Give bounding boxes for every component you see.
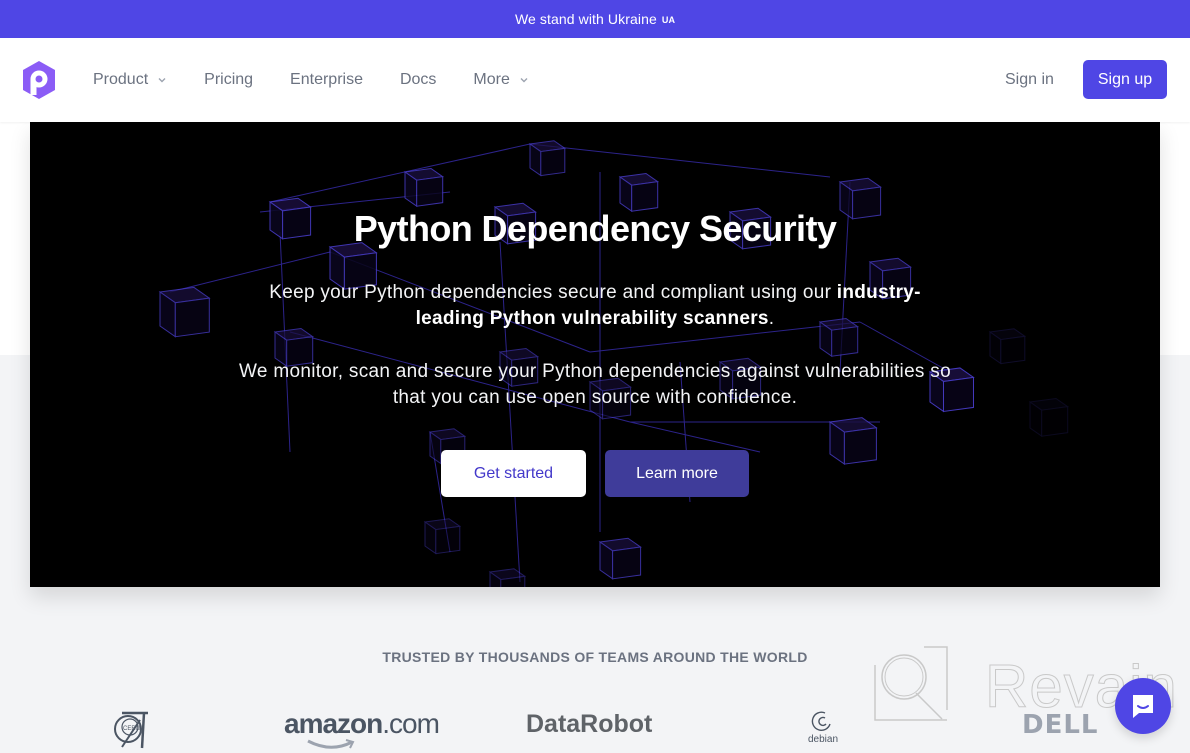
nav-product[interactable]: Product [93, 71, 167, 89]
trusted-by-heading: TRUSTED BY THOUSANDS OF TEAMS AROUND THE… [382, 649, 808, 665]
amazon-logo-suffix: .com [382, 708, 440, 739]
chevron-down-icon [520, 78, 528, 83]
banner-text: We stand with Ukraine [514, 11, 657, 27]
nav-more-label: More [473, 71, 510, 88]
ukraine-banner: We stand with Ukraine UA [0, 0, 1190, 38]
nav-pricing-label: Pricing [204, 71, 254, 88]
main-nav: Product Pricing Enterprise Docs More Sig… [0, 38, 1190, 122]
hero-section: Python Dependency Security Keep your Pyt… [30, 122, 1160, 587]
pyup-logo[interactable] [21, 60, 57, 100]
amazon-smile-icon [307, 739, 355, 749]
datarobot-logo: DataRobot [526, 710, 653, 738]
nav-product-label: Product [93, 71, 149, 88]
learn-more-button[interactable]: Learn more [605, 450, 749, 497]
debian-logo: debian [808, 710, 838, 745]
sign-in-link[interactable]: Sign in [1005, 71, 1054, 89]
hero-description-1: Keep your Python dependencies secure and… [245, 280, 945, 332]
nav-enterprise[interactable]: Enterprise [290, 71, 363, 89]
chevron-down-icon [158, 78, 166, 83]
nav-enterprise-label: Enterprise [290, 71, 363, 88]
customer-logos: CERN amazon .com DataRobot debian DELL [0, 700, 1190, 753]
cern-logo-icon: CERN [114, 711, 148, 749]
svg-text:CERN: CERN [123, 726, 140, 732]
hero-description-2: We monitor, scan and secure your Python … [239, 361, 951, 408]
hero-description-1-text: Keep your Python dependencies secure and… [269, 282, 837, 303]
cern-logo: CERN [110, 710, 152, 750]
hero-content: Python Dependency Security Keep your Pyt… [30, 122, 1160, 587]
nav-pricing[interactable]: Pricing [204, 71, 253, 89]
amazon-logo: amazon .com [284, 708, 440, 749]
hexagon-logo-icon [23, 61, 55, 99]
debian-swirl-icon [811, 711, 831, 731]
nav-links: Product Pricing Enterprise Docs More [93, 38, 566, 122]
dell-logo: DELL [1022, 710, 1099, 740]
sign-up-button[interactable]: Sign up [1083, 60, 1167, 99]
hero-description-1-end: . [768, 308, 775, 329]
nav-docs-label: Docs [399, 71, 437, 88]
nav-more[interactable]: More [473, 71, 528, 89]
nav-docs[interactable]: Docs [400, 71, 436, 89]
chat-bubble-icon [1133, 695, 1153, 718]
debian-logo-text: debian [808, 734, 839, 745]
hero-title: Python Dependency Security [353, 208, 837, 249]
ua-flag-icon: UA [661, 15, 676, 25]
amazon-logo-text: amazon [284, 708, 383, 739]
get-started-button[interactable]: Get started [441, 450, 586, 497]
chat-widget-button[interactable] [1115, 678, 1171, 734]
